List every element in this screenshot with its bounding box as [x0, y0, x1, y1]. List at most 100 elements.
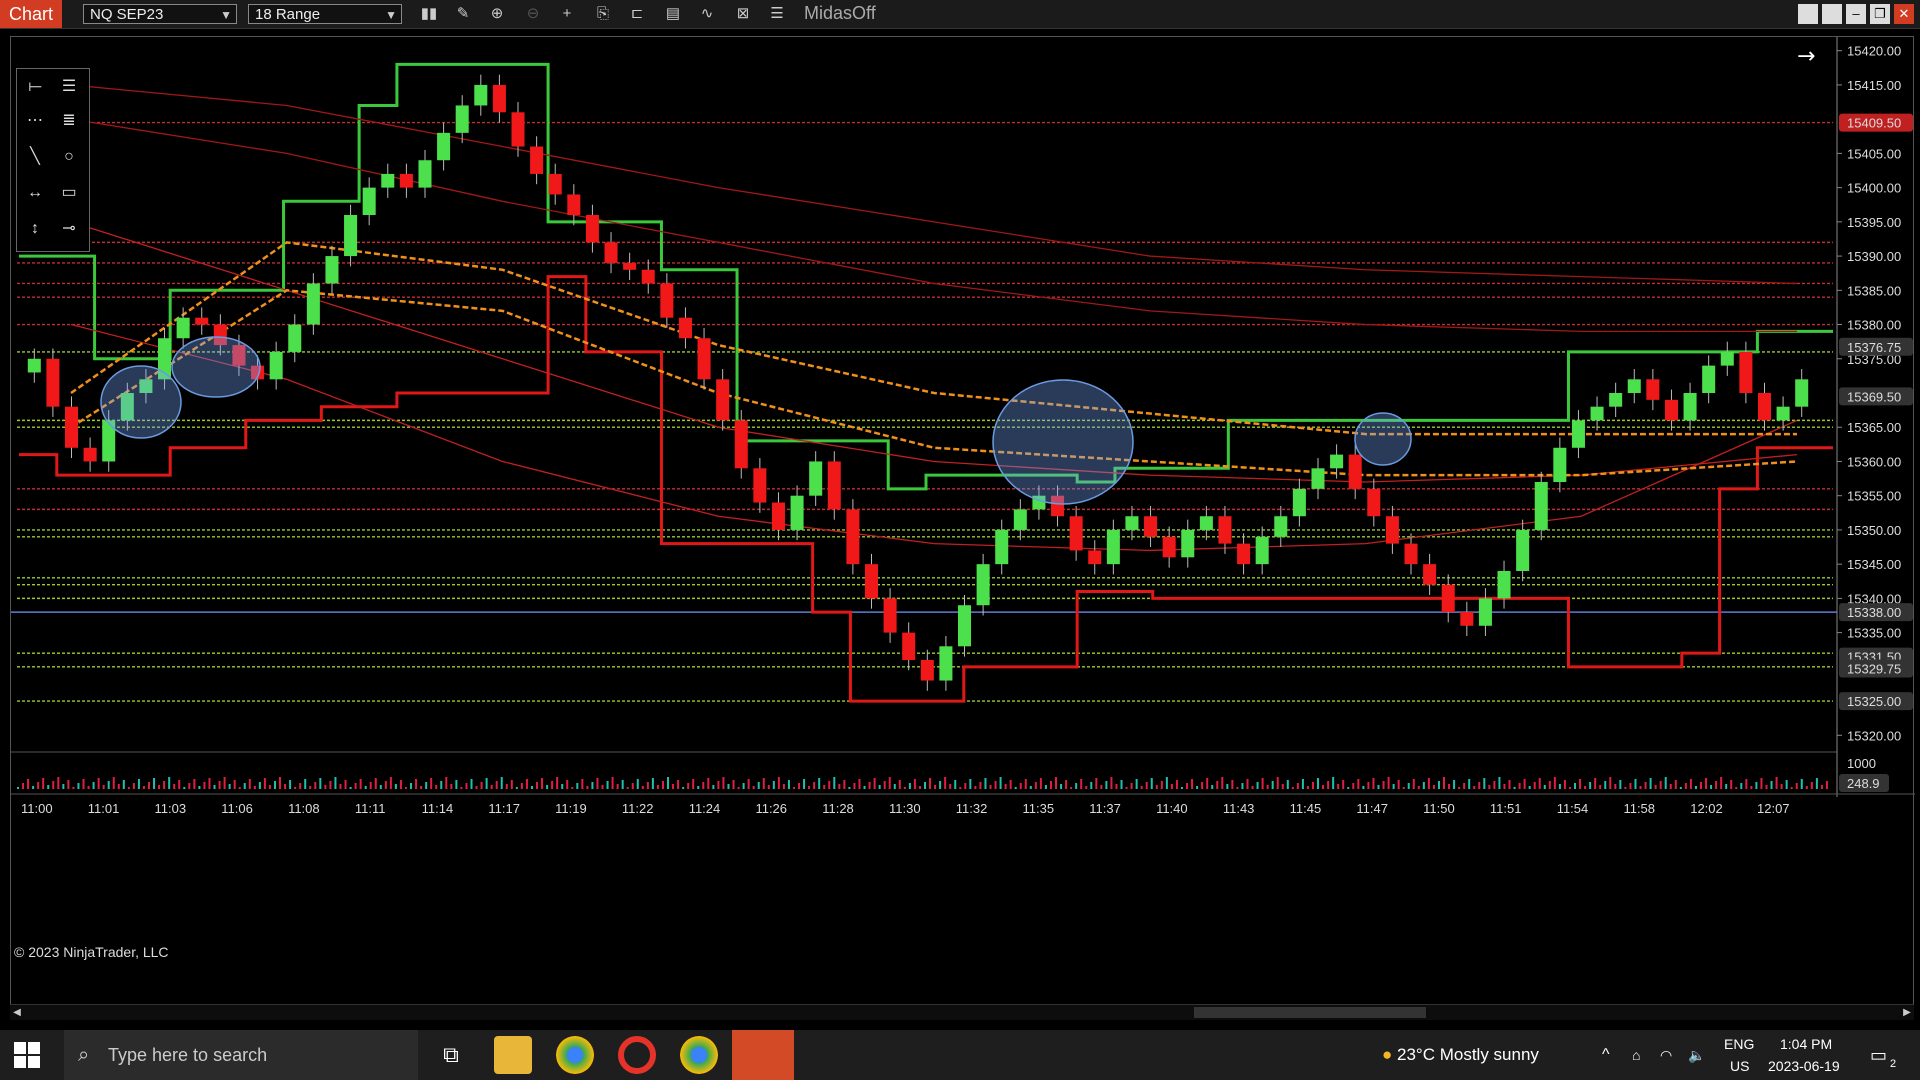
language-bottom[interactable]: US — [1730, 1058, 1749, 1074]
ninjatrader-icon[interactable] — [732, 1030, 794, 1080]
volume-bar — [1624, 787, 1627, 789]
taskbar-search-box[interactable]: ⌕ Type here to search — [64, 1030, 418, 1080]
price-chart[interactable]: 15420.00 15415.00 15405.00 15400.00 15395.00… — [11, 37, 1915, 1020]
extended-line-icon[interactable]: ↔ — [23, 181, 47, 205]
volume-bar — [1180, 787, 1183, 789]
price-tag-label: 15329.75 — [1847, 662, 1901, 677]
candle-body — [474, 84, 488, 106]
draw-tool-icon[interactable]: ✎ — [452, 4, 474, 24]
chart-scrollbar[interactable]: ◀ ▶ — [10, 1004, 1914, 1020]
candle-body — [1571, 420, 1585, 448]
diagonal-line-icon[interactable]: ╲ — [23, 145, 47, 169]
line-icon[interactable]: ⟝ — [23, 75, 47, 99]
windows-start-icon[interactable] — [14, 1042, 40, 1068]
chrome-profile-icon[interactable] — [680, 1036, 718, 1074]
close-icon[interactable]: ✕ — [1894, 4, 1914, 24]
templates-icon[interactable]: ⊏ — [626, 4, 648, 24]
candle-body — [1125, 516, 1139, 530]
opera-icon[interactable] — [618, 1036, 656, 1074]
volume-bar — [299, 783, 302, 789]
volume-bar — [727, 784, 730, 789]
candle-body — [455, 105, 469, 133]
properties-icon[interactable]: ⎘ — [592, 4, 614, 24]
chart-trader-icon[interactable]: ☰ — [766, 4, 788, 24]
chart-panel[interactable]: 15420.00 15415.00 15405.00 15400.00 15395.00… — [10, 36, 1915, 1020]
tile-icon[interactable] — [1822, 4, 1842, 24]
arrow-right-icon[interactable]: → — [1797, 44, 1815, 69]
ellipse-icon[interactable]: ○ — [57, 145, 81, 169]
clock-time[interactable]: 1:04 PM — [1780, 1036, 1832, 1052]
chevron-down-icon: ▼ — [385, 8, 397, 22]
wifi-icon[interactable]: ◠ — [1660, 1030, 1672, 1080]
volume-bar — [883, 781, 886, 789]
restore-icon[interactable]: ❐ — [1870, 4, 1890, 24]
chrome-icon[interactable] — [556, 1036, 594, 1074]
minimize-icon[interactable]: – — [1846, 4, 1866, 24]
volume-bar — [1165, 777, 1168, 789]
windows-taskbar: ⌕ Type here to search ⧉ ● 23°C Mostly su… — [0, 1030, 1920, 1080]
volume-bar — [1735, 787, 1738, 789]
scroll-left-icon[interactable]: ◀ — [10, 1005, 24, 1020]
volume-bar — [500, 777, 503, 789]
bar-type-selector[interactable]: 18 Range ▼ — [248, 4, 402, 24]
candle-body — [381, 173, 395, 188]
volume-bar — [530, 786, 533, 789]
notifications-icon[interactable]: ▭ — [1870, 1030, 1887, 1080]
time-tick-label: 12:07 — [1757, 801, 1790, 816]
volume-bar — [651, 778, 654, 789]
bars-type-icon[interactable]: ▮▮ — [418, 4, 440, 24]
volume-bar — [1568, 787, 1571, 789]
zoom-in-icon[interactable]: ⊕ — [486, 4, 508, 24]
volume-bar — [697, 786, 700, 789]
tile-icon[interactable] — [1798, 4, 1818, 24]
volume-bar — [32, 786, 35, 789]
vertical-line-icon[interactable]: ↕ — [23, 217, 47, 241]
time-tick-label: 11:11 — [355, 801, 386, 816]
volume-bar — [929, 778, 932, 789]
volume-bar — [818, 778, 821, 789]
volume-bar — [1160, 781, 1163, 789]
drawing-tools-panel: ⟝ ☰ ⋯ ≣ ╲ ○ ↔ ▭ ↕ ⊸ — [16, 68, 90, 252]
language-top[interactable]: ENG — [1724, 1036, 1754, 1052]
volume-bar — [183, 787, 186, 789]
volume-bar — [520, 783, 523, 789]
data-box-icon[interactable]: ⊠ — [732, 4, 754, 24]
rectangle-icon[interactable]: ▭ — [57, 181, 81, 205]
task-view-icon[interactable]: ⧉ — [432, 1036, 470, 1074]
volume-bar — [57, 777, 60, 789]
volume-icon[interactable]: 🔈 — [1688, 1030, 1705, 1080]
chart-tab[interactable]: Chart — [0, 0, 62, 28]
horizontal-lines-icon[interactable]: ☰ — [57, 75, 81, 99]
weather-widget[interactable]: ● 23°C Mostly sunny — [1382, 1030, 1539, 1080]
volume-bar — [52, 781, 55, 789]
show-hidden-icons-icon[interactable]: ^ — [1602, 1030, 1610, 1080]
volume-bar — [515, 787, 518, 789]
volume-bar — [1493, 781, 1496, 789]
volume-bar — [843, 780, 846, 789]
scroll-thumb[interactable] — [1194, 1007, 1426, 1018]
ray-icon[interactable]: ⋯ — [23, 109, 47, 133]
price-tick-label: 15365.00 — [1847, 420, 1901, 435]
volume-bar — [803, 779, 806, 789]
volume-bar — [1362, 786, 1365, 789]
marker-icon[interactable]: ⊸ — [57, 217, 81, 241]
network-icon[interactable]: ⌂ — [1632, 1030, 1640, 1080]
scroll-right-icon[interactable]: ▶ — [1900, 1005, 1914, 1020]
file-explorer-icon[interactable] — [494, 1036, 532, 1074]
volume-bar — [354, 783, 357, 789]
candle-body — [1478, 598, 1492, 626]
volume-bar — [1629, 783, 1632, 789]
volume-bar — [430, 778, 433, 789]
crosshair-icon[interactable]: + — [556, 4, 578, 24]
volume-bar — [1231, 780, 1234, 789]
clock-date[interactable]: 2023-06-19 — [1768, 1058, 1840, 1074]
zoom-out-icon[interactable]: ⊖ — [522, 4, 544, 24]
fib-icon[interactable]: ≣ — [57, 109, 81, 133]
indicators-icon[interactable]: ▤ — [662, 4, 684, 24]
volume-bar — [838, 784, 841, 789]
candle-body — [1367, 488, 1381, 517]
volume-bar — [1221, 777, 1224, 789]
strategies-icon[interactable]: ∿ — [696, 4, 718, 24]
instrument-selector[interactable]: NQ SEP23 ▼ — [83, 4, 237, 24]
volume-bar — [1644, 782, 1647, 789]
